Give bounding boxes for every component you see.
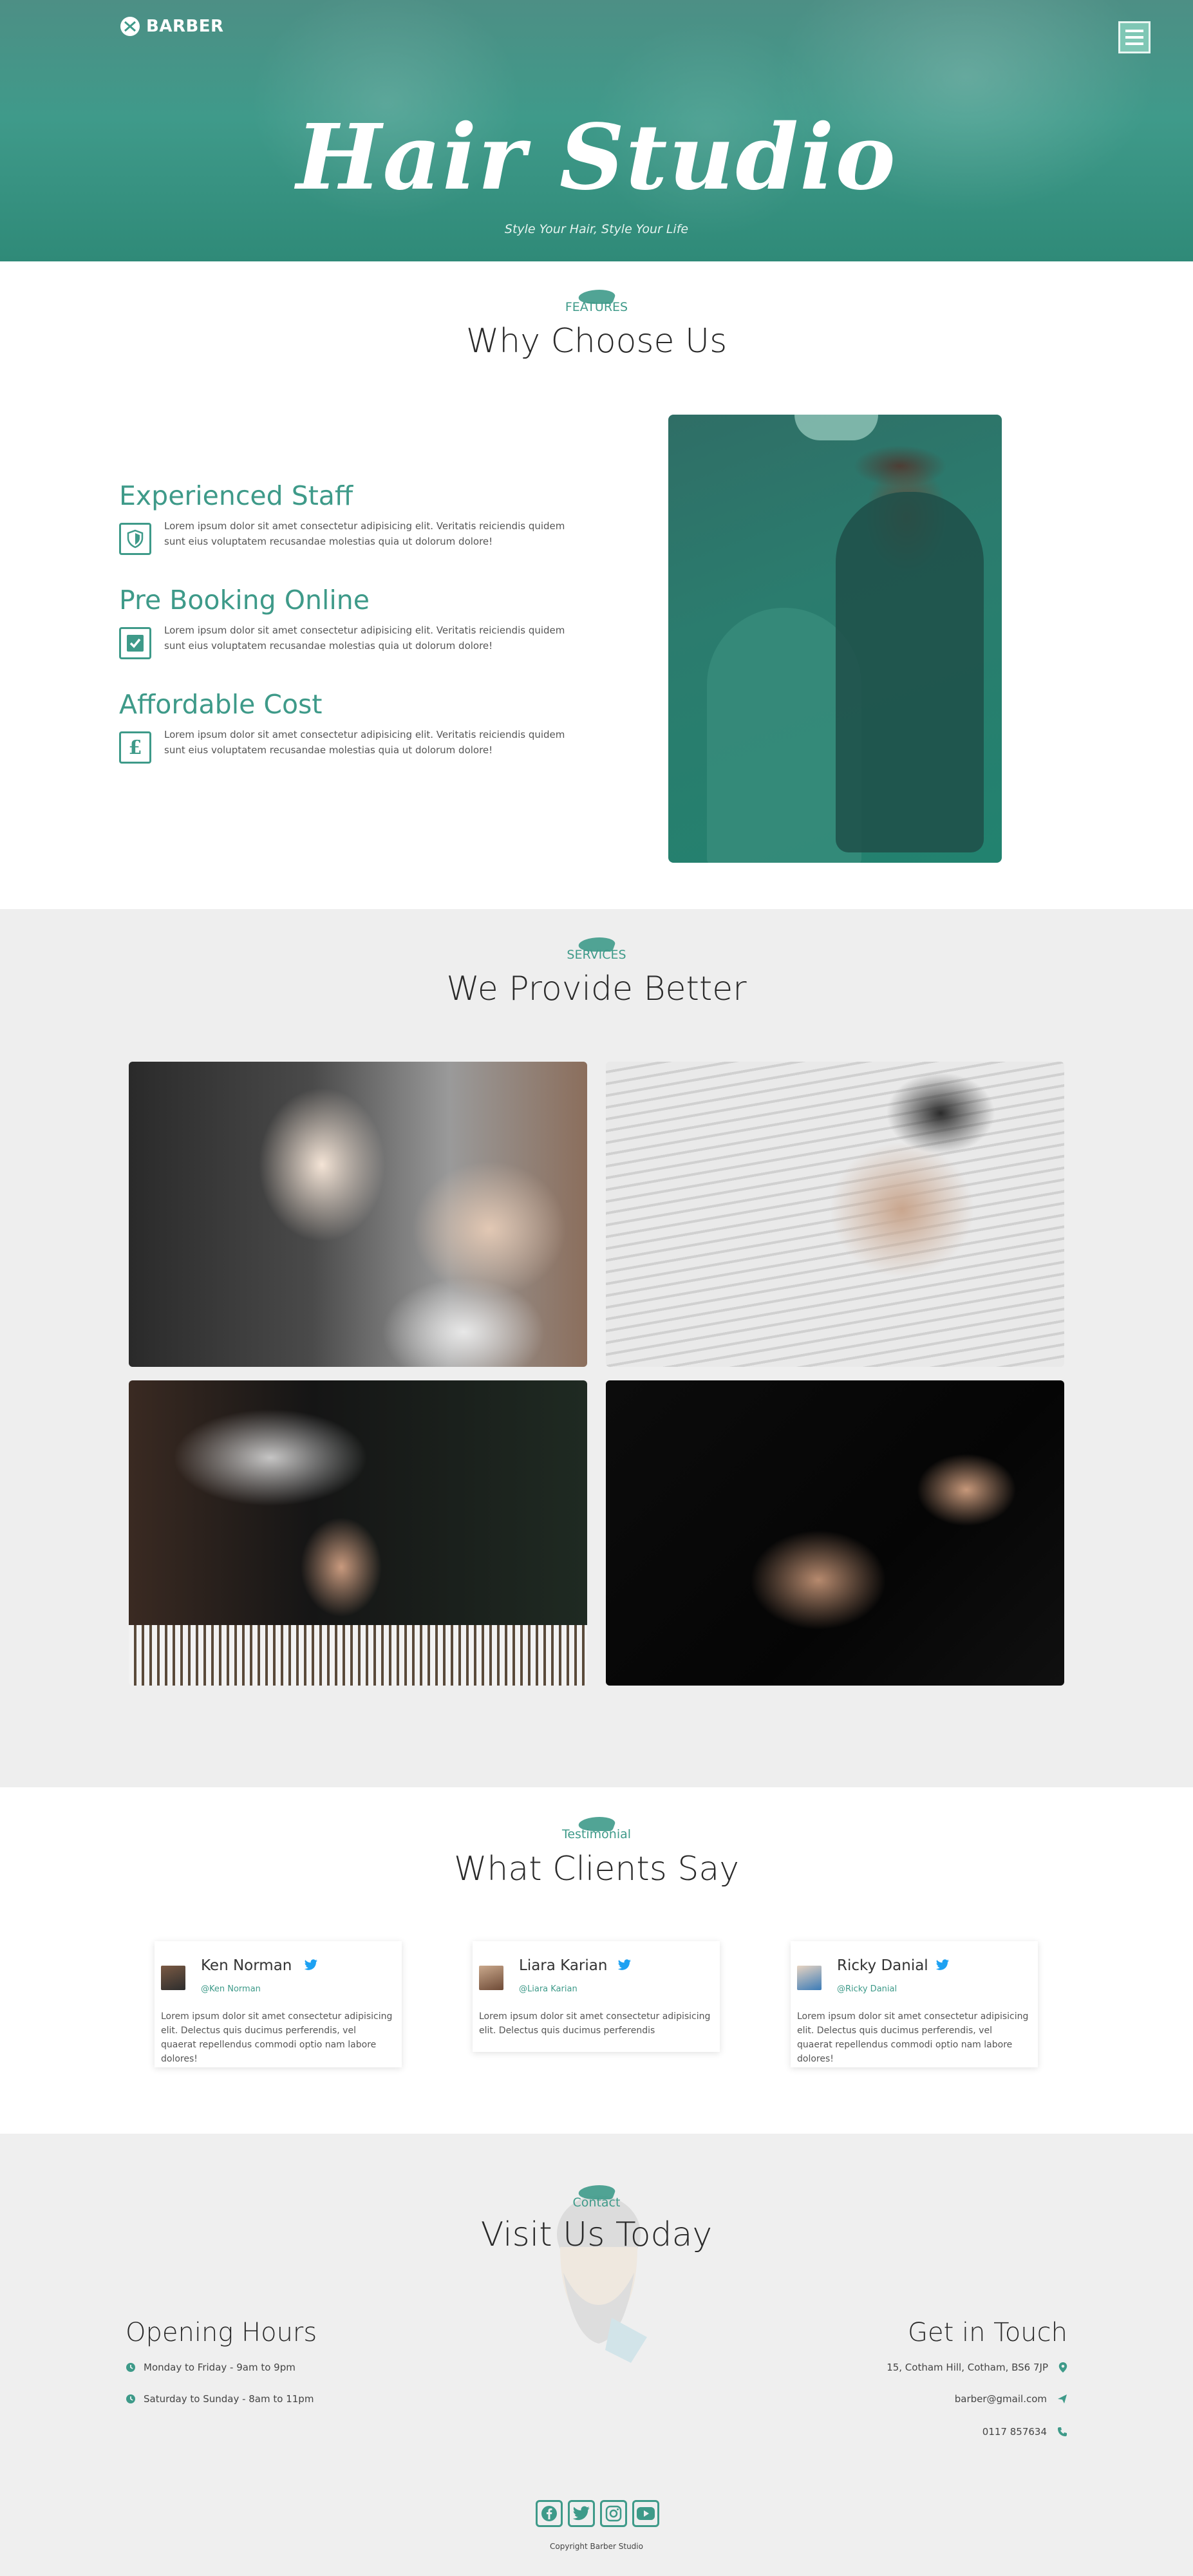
avatar xyxy=(479,1966,503,1990)
phone-row[interactable]: 0117 857634 xyxy=(982,2426,1067,2438)
services-tag-wrap: SERVICES xyxy=(0,937,1193,962)
service-image-haircut[interactable] xyxy=(129,1062,587,1367)
service-image-shave[interactable] xyxy=(606,1062,1064,1367)
site-logo[interactable]: BARBER xyxy=(119,15,224,37)
hero-subtitle: Style Your Hair, Style Your Life xyxy=(504,222,689,236)
menu-toggle-button[interactable] xyxy=(1118,21,1151,53)
send-icon xyxy=(1058,2394,1067,2403)
testimonial-quote: Lorem ipsum dolor sit amet consectetur a… xyxy=(479,2011,711,2036)
twitter-icon[interactable] xyxy=(304,1959,318,1971)
address-row: 15, Cotham Hill, Cotham, BS6 7JP xyxy=(887,2362,1067,2373)
facebook-icon[interactable] xyxy=(536,2500,563,2527)
copyright-text: Copyright Barber Studio xyxy=(550,2542,643,2551)
services-title: We Provide Better xyxy=(446,970,747,1008)
menu-bar xyxy=(1125,36,1143,39)
leaf-icon xyxy=(576,290,617,304)
testimonial-name: Ricky Danial xyxy=(837,1957,928,1974)
leaf-icon xyxy=(576,937,617,952)
menu-bar xyxy=(1125,30,1143,32)
testimonial-title: What Clients Say xyxy=(454,1850,739,1888)
social-links xyxy=(536,2500,659,2527)
phone-icon xyxy=(1058,2427,1067,2436)
hero-banner: BARBER Hair Studio Style Your Hair, Styl… xyxy=(0,0,1193,261)
logo-icon xyxy=(120,17,140,36)
contact-tag-wrap: Contact xyxy=(0,2185,1193,2210)
twitter-icon[interactable] xyxy=(617,1959,632,1971)
testimonial-name: Ken Norman xyxy=(201,1957,292,1974)
testimonial-name: Liara Karian xyxy=(519,1957,608,1974)
feature-text-cost: Lorem ipsum dolor sit amet consectetur a… xyxy=(164,729,565,756)
youtube-icon[interactable] xyxy=(632,2500,659,2527)
feature-title-staff: Experienced Staff xyxy=(119,480,353,511)
testimonial-handle[interactable]: @Liara Karian xyxy=(519,1984,578,1994)
checkbox-icon xyxy=(119,627,151,659)
testimonial-card: Ken Norman @Ken Norman Lorem ipsum dolor… xyxy=(155,1941,402,2067)
testimonial-handle[interactable]: @Ken Norman xyxy=(201,1984,261,1994)
logo-text: BARBER xyxy=(146,17,224,36)
menu-bar xyxy=(1125,42,1143,45)
feature-text-booking: Lorem ipsum dolor sit amet consectetur a… xyxy=(164,625,565,652)
opening-hours-title: Opening Hours xyxy=(126,2318,317,2347)
testimonial-quote: Lorem ipsum dolor sit amet consectetur a… xyxy=(161,2011,393,2064)
testimonial-quote: Lorem ipsum dolor sit amet consectetur a… xyxy=(797,2011,1029,2064)
lamp-shape xyxy=(794,415,878,440)
barber-shape xyxy=(836,492,984,852)
testimonial-handle[interactable]: @Ricky Danial xyxy=(837,1984,897,1994)
avatar xyxy=(797,1966,822,1990)
hero-title: Hair Studio xyxy=(296,105,897,211)
barber-feature-image xyxy=(668,415,1002,863)
hours-row: Monday to Friday - 9am to 9pm xyxy=(126,2362,296,2373)
instagram-icon[interactable] xyxy=(600,2500,627,2527)
service-image-styling[interactable] xyxy=(129,1380,587,1686)
feature-title-cost: Affordable Cost xyxy=(119,689,323,720)
map-pin-icon xyxy=(1058,2362,1067,2373)
email-text[interactable]: barber@gmail.com xyxy=(955,2393,1047,2405)
features-tag-wrap: FEATURES xyxy=(0,290,1193,314)
hours-text: Monday to Friday - 9am to 9pm xyxy=(144,2362,296,2373)
get-in-touch-title: Get in Touch xyxy=(908,2318,1067,2347)
clock-icon xyxy=(126,2363,135,2372)
email-row[interactable]: barber@gmail.com xyxy=(955,2393,1067,2405)
pound-icon: £ xyxy=(119,731,151,764)
leaf-icon xyxy=(576,1817,617,1831)
feature-title-booking: Pre Booking Online xyxy=(119,585,370,616)
leaf-icon xyxy=(576,2185,617,2199)
phone-text[interactable]: 0117 857634 xyxy=(982,2426,1047,2438)
hours-text: Saturday to Sunday - 8am to 11pm xyxy=(144,2393,314,2405)
testimonial-tag-wrap: Testimonial xyxy=(0,1817,1193,1841)
twitter-icon[interactable] xyxy=(568,2500,595,2527)
avatar xyxy=(161,1966,185,1990)
contact-title: Visit Us Today xyxy=(480,2215,713,2254)
shield-icon xyxy=(119,523,151,555)
service-image-beard-trim[interactable] xyxy=(606,1380,1064,1686)
testimonial-card: Liara Karian @Liara Karian Lorem ipsum d… xyxy=(473,1941,720,2052)
clock-icon xyxy=(126,2394,135,2403)
address-text: 15, Cotham Hill, Cotham, BS6 7JP xyxy=(887,2362,1048,2373)
hours-row: Saturday to Sunday - 8am to 11pm xyxy=(126,2393,314,2405)
features-title: Why Choose Us xyxy=(465,322,728,361)
feature-text-staff: Lorem ipsum dolor sit amet consectetur a… xyxy=(164,520,565,547)
testimonial-card: Ricky Danial @Ricky Danial Lorem ipsum d… xyxy=(791,1941,1038,2067)
twitter-icon[interactable] xyxy=(935,1959,950,1971)
